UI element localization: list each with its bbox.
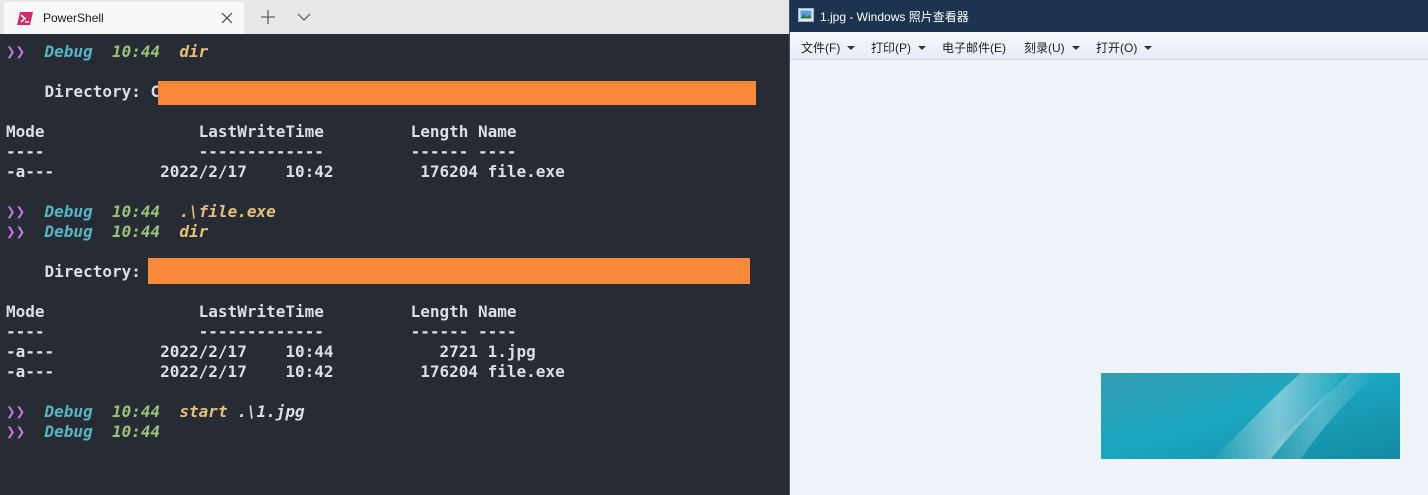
table-separator: ---- ------------- ------ ---- (6, 322, 517, 341)
table-header: Mode LastWriteTime Length Name (6, 302, 517, 321)
menu-open-label: 打开(O) (1096, 41, 1138, 55)
prompt-arrow-icon: ❯❯ (6, 222, 26, 241)
table-row: -a--- 2022/2/17 10:44 2721 1.jpg (6, 342, 536, 361)
menu-email-label: 电子邮件(E) (942, 41, 1006, 55)
menu-burn-label: 刻录(U) (1024, 41, 1065, 55)
menu-print-label: 打印(P) (871, 41, 911, 55)
prompt-time: 10:44 (111, 402, 161, 421)
redaction-bar (148, 258, 750, 284)
redaction-bar (158, 81, 756, 105)
directory-label: Directory: (44, 262, 141, 281)
menu-email[interactable]: 电子邮件(E) (942, 39, 1006, 56)
prompt-time: 10:44 (111, 202, 161, 221)
prompt-line: ❯❯ Debug 10:44 start .\1.jpg (6, 402, 305, 422)
command-arg: .\1.jpg (237, 402, 305, 421)
command: dir (179, 42, 209, 61)
menu-open[interactable]: 打开(O) (1096, 39, 1153, 56)
prompt-line[interactable]: ❯❯ Debug 10:44 (6, 422, 160, 442)
tab-bar: PowerShell (0, 0, 789, 34)
terminal-window: PowerShell ❯❯ Debug 10:44 dir Directory:… (0, 0, 789, 495)
plus-icon[interactable] (260, 9, 276, 25)
caret-down-icon (918, 45, 926, 50)
prompt-env: Debug (44, 42, 93, 61)
close-icon[interactable] (220, 11, 234, 25)
viewer-titlebar[interactable]: 1.jpg - Windows 照片查看器 (790, 0, 1428, 32)
prompt-time: 10:44 (111, 42, 161, 61)
menu-print[interactable]: 打印(P) (871, 39, 926, 56)
chevron-down-icon[interactable] (296, 10, 312, 24)
directory-label: Directory: (44, 82, 141, 101)
prompt-line: ❯❯ Debug 10:44 dir (6, 42, 208, 62)
caret-down-icon (1144, 45, 1153, 50)
directory-line: Directory: C (6, 82, 161, 102)
menu-burn[interactable]: 刻录(U) (1024, 39, 1080, 56)
photo-viewer-icon (798, 8, 814, 22)
tab-title: PowerShell (43, 11, 104, 25)
terminal-output[interactable]: ❯❯ Debug 10:44 dir Directory: C Mode Las… (0, 34, 789, 495)
viewer-title: 1.jpg - Windows 照片查看器 (820, 10, 969, 24)
prompt-arrow-icon: ❯❯ (6, 202, 26, 221)
caret-down-icon (847, 45, 856, 50)
prompt-time: 10:44 (111, 422, 161, 441)
prompt-line: ❯❯ Debug 10:44 .\file.exe (6, 202, 276, 222)
photo-viewer-window: 1.jpg - Windows 照片查看器 文件(F) 打印(P) 电子邮件(E… (789, 0, 1428, 495)
prompt-arrow-icon: ❯❯ (6, 402, 26, 421)
prompt-env: Debug (44, 402, 93, 421)
viewer-menubar: 文件(F) 打印(P) 电子邮件(E) 刻录(U) 打开(O) (790, 32, 1428, 60)
caret-down-icon (1071, 45, 1080, 50)
menu-file[interactable]: 文件(F) (801, 39, 856, 56)
command: .\file.exe (179, 202, 276, 221)
table-header: Mode LastWriteTime Length Name (6, 122, 517, 141)
prompt-time: 10:44 (111, 222, 161, 241)
prompt-env: Debug (44, 202, 93, 221)
photo-image (1101, 373, 1400, 459)
prompt-arrow-icon: ❯❯ (6, 42, 26, 61)
prompt-line: ❯❯ Debug 10:44 dir (6, 222, 208, 242)
image-canvas[interactable] (790, 61, 1428, 495)
menu-file-label: 文件(F) (801, 41, 841, 55)
prompt-env: Debug (44, 222, 93, 241)
directory-line: Directory: (6, 262, 141, 282)
table-row: -a--- 2022/2/17 10:42 176204 file.exe (6, 362, 565, 381)
prompt-env: Debug (44, 422, 93, 441)
command: dir (179, 222, 209, 241)
table-separator: ---- ------------- ------ ---- (6, 142, 517, 161)
table-row: -a--- 2022/2/17 10:42 176204 file.exe (6, 162, 565, 181)
tab-powershell[interactable]: PowerShell (4, 2, 244, 34)
prompt-arrow-icon: ❯❯ (6, 422, 26, 441)
command: start (179, 402, 228, 421)
powershell-icon (17, 12, 33, 25)
